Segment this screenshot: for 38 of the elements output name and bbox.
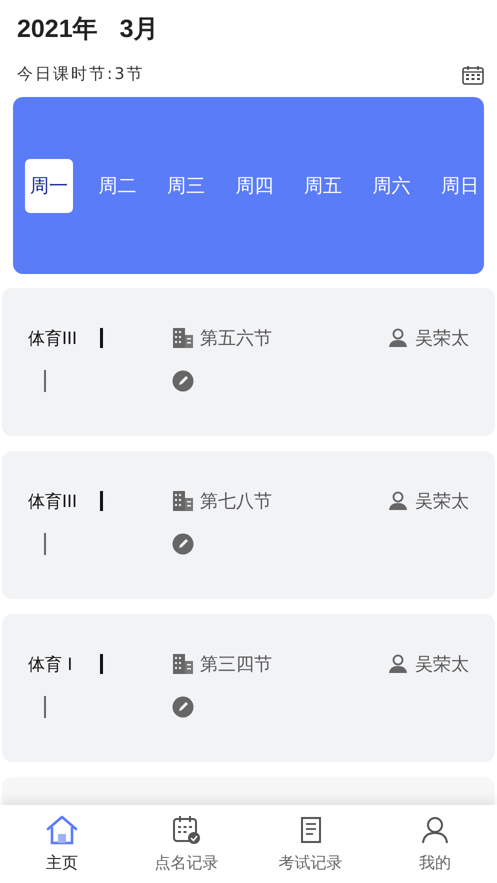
person-icon bbox=[388, 654, 408, 674]
day-tab[interactable]: 周三 bbox=[162, 158, 210, 212]
day-tab[interactable]: 周五 bbox=[299, 158, 347, 212]
building-icon bbox=[172, 327, 194, 349]
edit-icon[interactable] bbox=[172, 533, 194, 555]
teacher-name: 吴荣太 bbox=[415, 490, 469, 513]
month-title: 2021年 3月 bbox=[16, 14, 160, 45]
tab-bar-item[interactable]: 主页 bbox=[0, 805, 124, 883]
calendar-check-icon bbox=[171, 814, 202, 844]
building-icon bbox=[172, 490, 194, 512]
home-icon bbox=[45, 814, 80, 844]
building-icon bbox=[172, 653, 194, 675]
tab-bar-item[interactable]: 点名记录 bbox=[124, 805, 248, 883]
day-tab[interactable]: 周日 bbox=[436, 158, 484, 212]
person-icon bbox=[388, 491, 408, 511]
edit-icon[interactable] bbox=[172, 370, 194, 392]
period-text: 第三四节 bbox=[200, 653, 272, 676]
tab-bar-item[interactable]: 我的 bbox=[372, 805, 497, 883]
course-name: 体育III bbox=[28, 328, 78, 350]
tab-bar-item[interactable]: 考试记录 bbox=[248, 805, 373, 883]
day-tab[interactable]: 周一 bbox=[25, 158, 73, 212]
day-tab[interactable]: 周六 bbox=[368, 158, 416, 212]
course-card[interactable]: 体育 I 第三四节 吴荣太 bbox=[2, 614, 495, 762]
day-tab[interactable]: 周四 bbox=[230, 158, 278, 212]
course-card[interactable]: 体育III 第五六节 吴荣太 bbox=[2, 288, 495, 436]
teacher-name: 吴荣太 bbox=[415, 653, 469, 676]
person-icon bbox=[420, 814, 450, 844]
person-icon bbox=[388, 328, 408, 348]
period-text: 第七八节 bbox=[200, 490, 272, 513]
teacher-name: 吴荣太 bbox=[415, 327, 469, 350]
lesson-count: 今日课时节:3节 bbox=[17, 64, 145, 85]
edit-icon[interactable] bbox=[172, 696, 194, 718]
calendar-icon[interactable] bbox=[462, 64, 484, 84]
day-tab[interactable]: 周二 bbox=[94, 158, 142, 212]
course-name: 体育 I bbox=[28, 654, 74, 676]
period-text: 第五六节 bbox=[200, 327, 272, 350]
course-card[interactable]: 体育III 第七八节 吴荣太 bbox=[2, 451, 495, 599]
course-name: 体育III bbox=[28, 490, 78, 512]
